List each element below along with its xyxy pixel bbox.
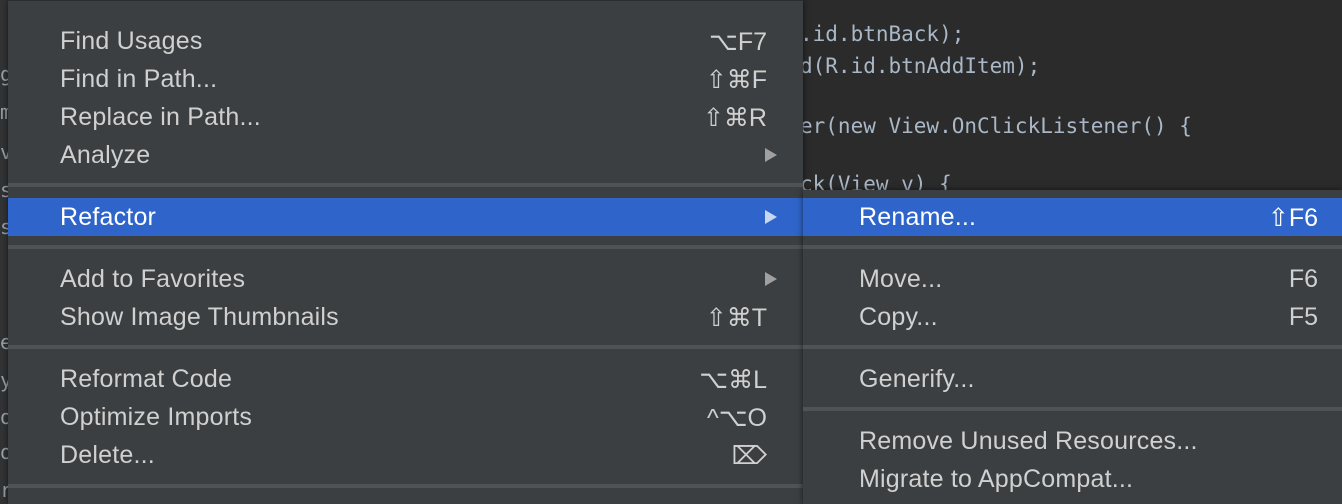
menu-item-copy[interactable]: Copy... F5	[803, 298, 1342, 336]
menu-item-label: Generify...	[859, 365, 975, 393]
menu-item-shortcut: ⇧⌘R	[702, 104, 767, 132]
menu-item-shortcut: ⇧⌘F	[705, 66, 767, 94]
menu-item-label: Show Image Thumbnails	[60, 303, 339, 331]
menu-separator	[8, 183, 803, 187]
menu-separator	[8, 245, 803, 249]
menu-item-find-in-path[interactable]: Find in Path... ⇧⌘F	[8, 60, 803, 98]
menu-top-edge	[8, 0, 803, 11]
menu-item-reformat-code[interactable]: Reformat Code ⌥⌘L	[8, 360, 803, 398]
menu-separator	[803, 345, 1342, 349]
submenu-arrow-icon	[765, 210, 777, 224]
menu-item-replace-in-path[interactable]: Replace in Path... ⇧⌘R	[8, 98, 803, 136]
menu-item-shortcut: F5	[1288, 303, 1318, 331]
gutter-text: g	[0, 62, 8, 86]
code-line: d(R.id.btnAddItem);	[800, 54, 1041, 78]
gutter-text: y	[0, 368, 8, 392]
gutter-text: v	[0, 140, 8, 164]
menu-separator	[803, 407, 1342, 411]
gutter-text: s	[0, 178, 8, 202]
menu-item-show-image-thumbnails[interactable]: Show Image Thumbnails ⇧⌘T	[8, 298, 803, 336]
menu-item-analyze[interactable]: Analyze	[8, 136, 803, 174]
gutter-text: o	[0, 405, 8, 429]
menu-separator	[8, 345, 803, 349]
menu-item-label: Find Usages	[60, 27, 203, 55]
gutter-text: e	[0, 330, 8, 354]
menu-item-shortcut: ⇧F6	[1267, 204, 1318, 232]
menu-item-remove-unused-resources[interactable]: Remove Unused Resources...	[803, 422, 1342, 460]
code-line: .id.btnBack);	[800, 22, 965, 46]
code-line: er(new View.OnClickListener() {	[800, 114, 1192, 138]
menu-item-optimize-imports[interactable]: Optimize Imports ^⌥O	[8, 398, 803, 436]
menu-item-label: Remove Unused Resources...	[859, 427, 1198, 455]
menu-item-label: Copy...	[859, 303, 938, 331]
menu-item-shortcut: ^⌥O	[707, 404, 767, 432]
editor-gutter: g m v s s e y o o r	[0, 0, 8, 504]
menu-item-label: Replace in Path...	[60, 103, 261, 131]
refactor-submenu: Rename... ⇧F6 Move... F6 Copy... F5 Gene…	[803, 190, 1342, 504]
gutter-text: r	[0, 478, 8, 502]
menu-item-rename[interactable]: Rename... ⇧F6	[803, 198, 1342, 236]
submenu-arrow-icon	[765, 148, 777, 162]
menu-item-delete[interactable]: Delete... ⌦	[8, 436, 803, 474]
submenu-arrow-icon	[765, 272, 777, 286]
menu-item-generify[interactable]: Generify...	[803, 360, 1342, 398]
menu-item-label: Refactor	[60, 203, 157, 231]
menu-item-label: Delete...	[60, 441, 155, 469]
menu-item-label: Reformat Code	[60, 365, 233, 393]
menu-item-label: Migrate to AppCompat...	[859, 465, 1134, 493]
menu-separator	[8, 484, 803, 488]
gutter-text: s	[0, 215, 8, 239]
menu-item-migrate-to-appcompat[interactable]: Migrate to AppCompat...	[803, 460, 1342, 498]
menu-item-find-usages[interactable]: Find Usages ⌥F7	[8, 22, 803, 60]
menu-item-shortcut: ⌥F7	[709, 28, 767, 56]
menu-item-label: Move...	[859, 265, 943, 293]
gutter-text: m	[0, 100, 8, 124]
gutter-text: o	[0, 440, 8, 464]
menu-item-shortcut: ⇧⌘T	[705, 304, 767, 332]
menu-item-label: Analyze	[60, 141, 151, 169]
menu-item-shortcut: ⌥⌘L	[699, 366, 767, 394]
menu-item-shortcut: F6	[1288, 265, 1318, 293]
menu-item-label: Optimize Imports	[60, 403, 253, 431]
menu-item-label: Rename...	[859, 203, 977, 231]
menu-item-refactor[interactable]: Refactor	[8, 198, 803, 236]
menu-item-move[interactable]: Move... F6	[803, 260, 1342, 298]
delete-key-icon: ⌦	[731, 442, 767, 470]
menu-item-label: Add to Favorites	[60, 265, 246, 293]
menu-item-add-to-favorites[interactable]: Add to Favorites	[8, 260, 803, 298]
menu-separator	[803, 245, 1342, 249]
menu-item-label: Find in Path...	[60, 65, 218, 93]
context-menu: Find Usages ⌥F7 Find in Path... ⇧⌘F Repl…	[8, 0, 803, 504]
